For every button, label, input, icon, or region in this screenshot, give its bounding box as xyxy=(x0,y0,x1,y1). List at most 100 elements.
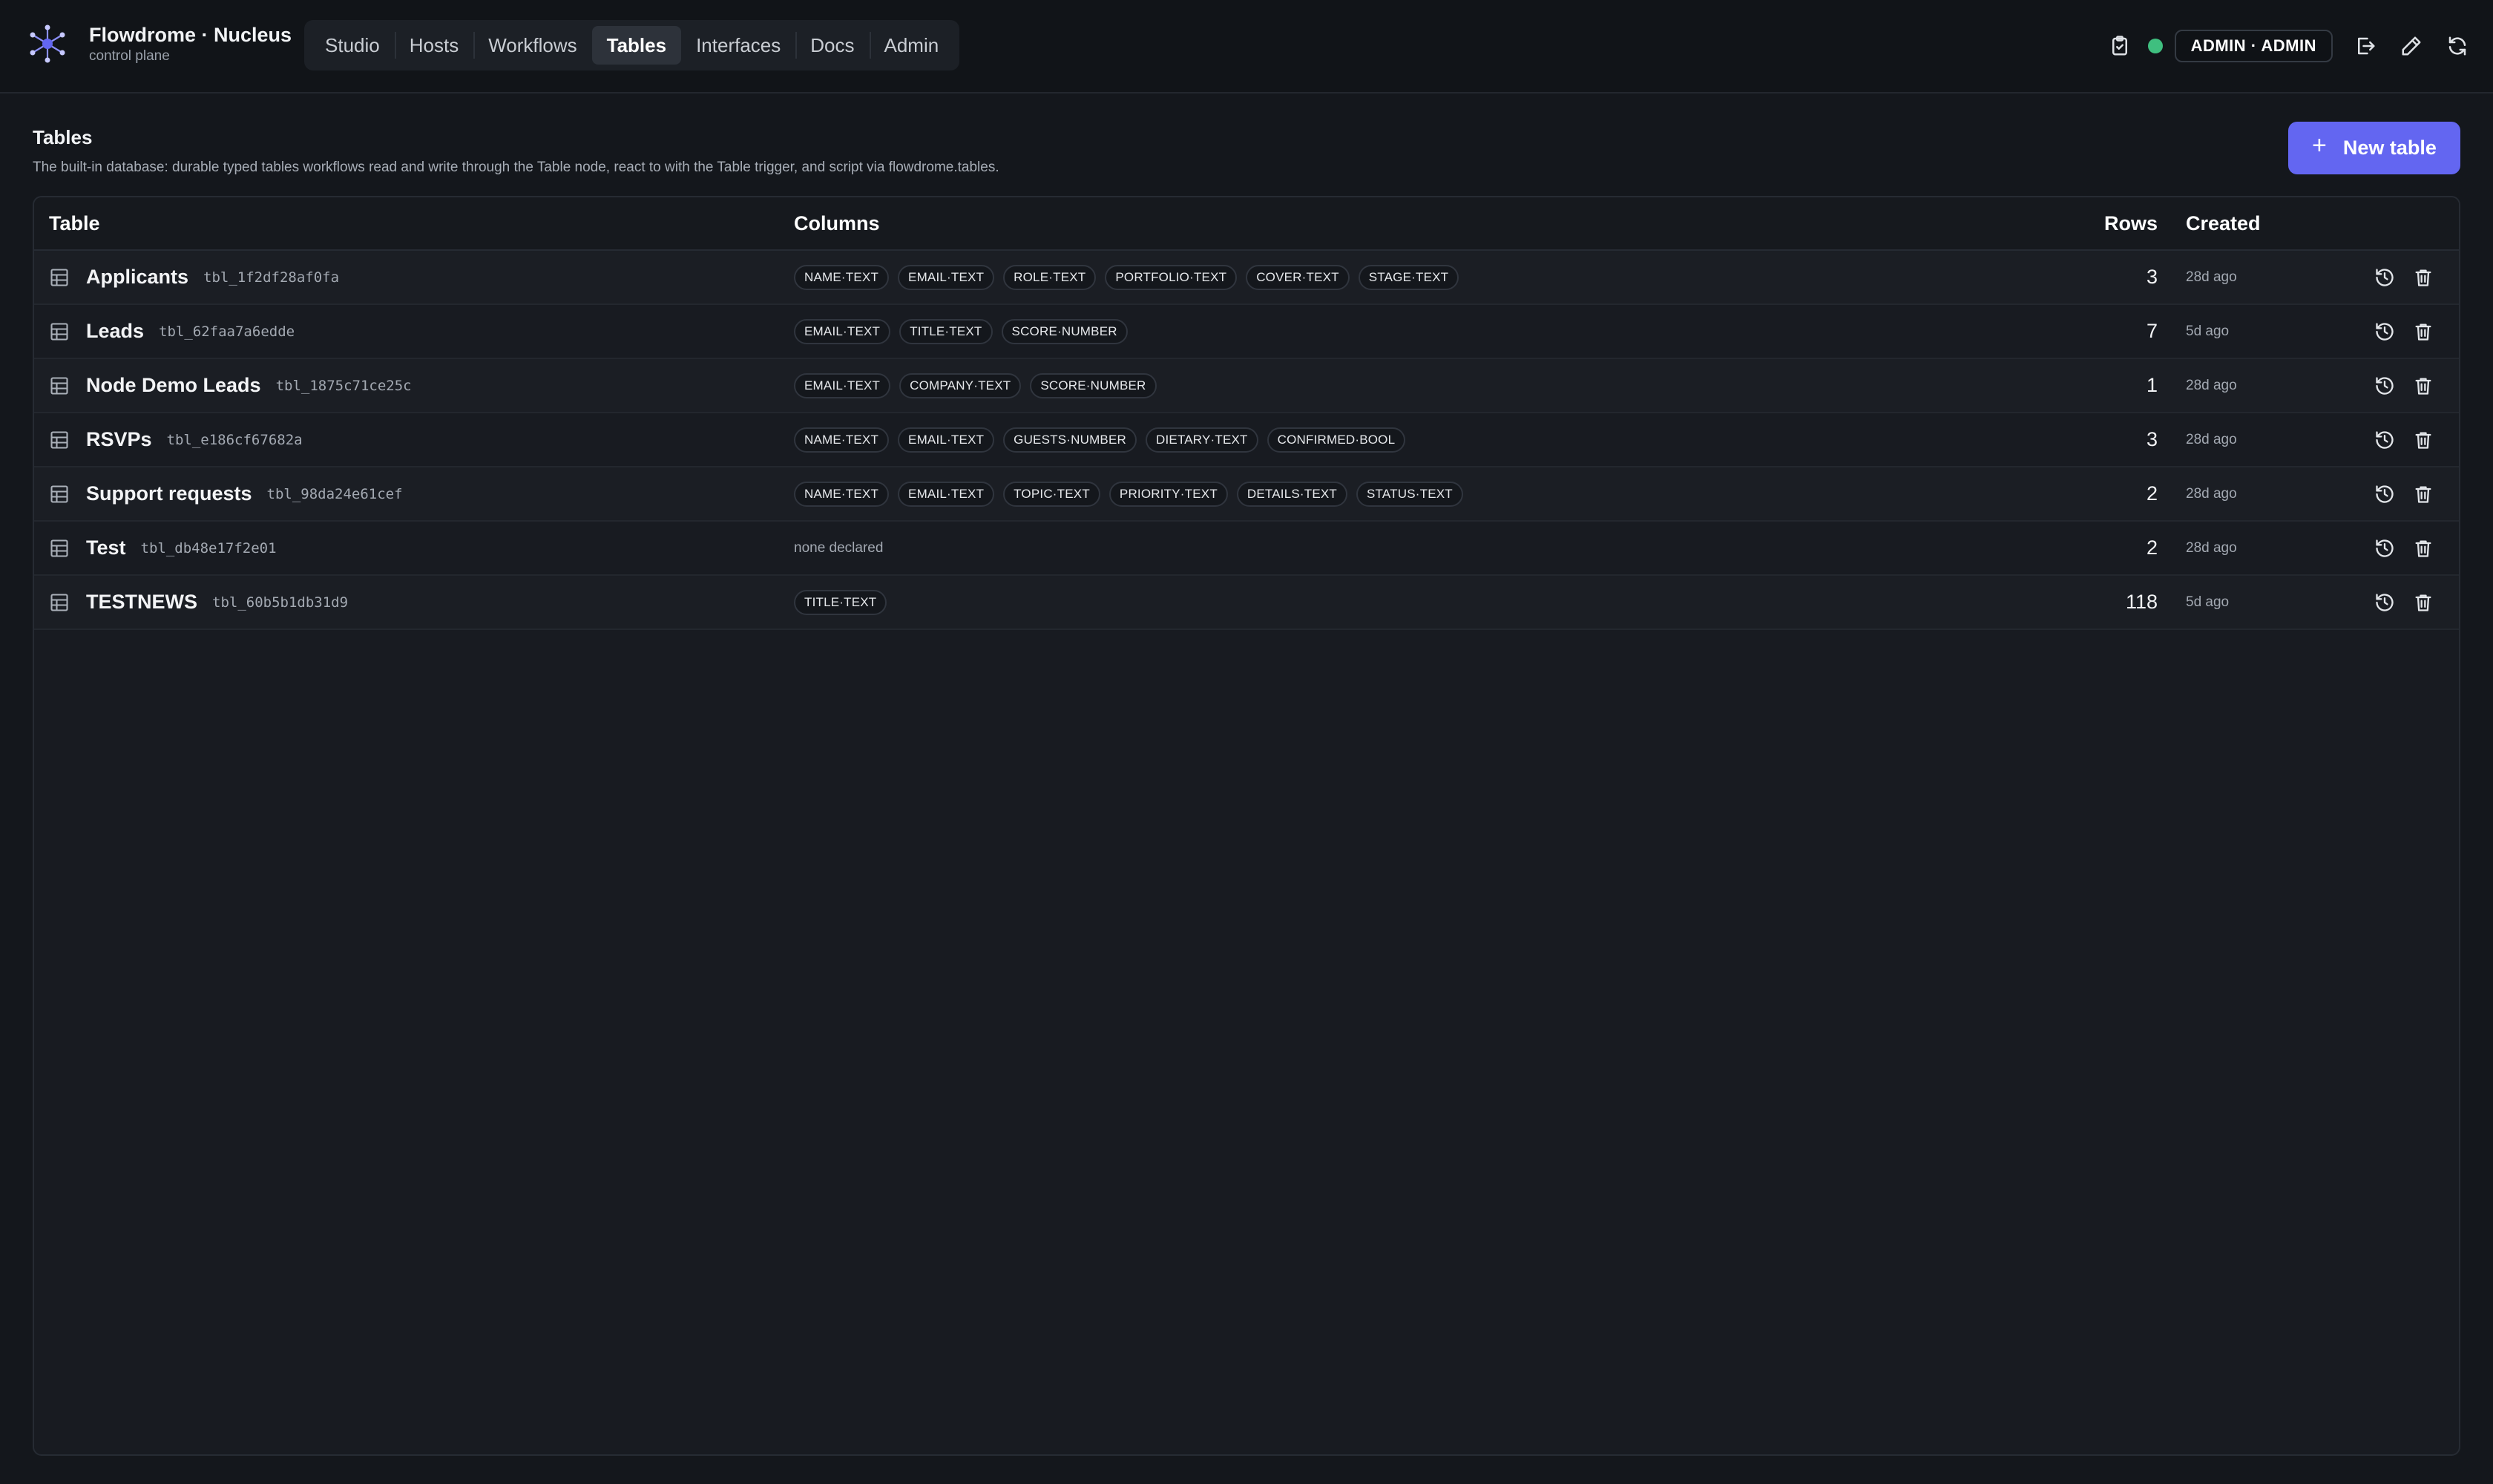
table-name[interactable]: Support requests xyxy=(86,482,252,505)
header-rows[interactable]: Rows xyxy=(2104,197,2158,249)
table-row[interactable]: Test tbl_db48e17f2e01 none declared 2 28d ag… xyxy=(34,522,2459,576)
column-chip: STATUS·TEXT xyxy=(1356,481,1463,507)
history-icon[interactable] xyxy=(2374,576,2395,628)
created-time: 28d ago xyxy=(2186,485,2237,502)
created-time: 28d ago xyxy=(2186,431,2237,447)
logout-icon[interactable] xyxy=(2348,28,2383,64)
row-count: 2 xyxy=(2146,536,2158,559)
table-name[interactable]: Node Demo Leads xyxy=(86,374,261,397)
user-badge[interactable]: ADMIN · ADMIN xyxy=(2174,30,2333,62)
table-row[interactable]: TESTNEWS tbl_60b5b1db31d9 TITLE·TEXT 118 5d … xyxy=(34,576,2459,630)
history-icon[interactable] xyxy=(2374,467,2395,520)
trash-icon[interactable] xyxy=(2413,467,2434,520)
table-icon xyxy=(49,305,70,358)
column-chip: EMAIL·TEXT xyxy=(794,318,891,344)
created-time: 28d ago xyxy=(2186,539,2237,556)
nav-tables[interactable]: Tables xyxy=(591,26,682,65)
column-chips: NAME·TEXT EMAIL·TEXT TOPIC·TEXT PRIORITY·TE… xyxy=(794,467,1472,520)
new-table-button[interactable]: + New table xyxy=(2288,122,2460,174)
column-chip: TITLE·TEXT xyxy=(899,318,993,344)
nav-interfaces[interactable]: Interfaces xyxy=(681,26,795,65)
page-header: Tables The built-in database: durable ty… xyxy=(33,126,999,176)
table-name[interactable]: Applicants xyxy=(86,266,188,289)
table-row[interactable]: Applicants tbl_1f2df28af0fa NAME·TEXT EMAIL… xyxy=(34,251,2459,305)
trash-icon[interactable] xyxy=(2413,359,2434,412)
column-chip: TITLE·TEXT xyxy=(794,589,887,615)
nav-admin[interactable]: Admin xyxy=(869,26,954,65)
column-chip: NAME·TEXT xyxy=(794,427,890,453)
history-icon[interactable] xyxy=(2374,305,2395,358)
new-table-label: New table xyxy=(2342,137,2437,159)
column-chips: NAME·TEXT EMAIL·TEXT ROLE·TEXT PORTFOLIO·TE… xyxy=(794,251,1468,303)
plus-icon: + xyxy=(2312,131,2327,160)
table-id: tbl_98da24e61cef xyxy=(266,485,403,502)
column-chip: SCORE·NUMBER xyxy=(1030,372,1157,398)
column-chip: PORTFOLIO·TEXT xyxy=(1105,264,1238,290)
history-icon[interactable] xyxy=(2374,359,2395,412)
brand-subtitle: control plane xyxy=(89,48,170,64)
history-icon[interactable] xyxy=(2374,251,2395,303)
row-count: 1 xyxy=(2146,374,2158,396)
column-chip: TOPIC·TEXT xyxy=(1003,481,1100,507)
tables-list: Table Columns Rows Created Applicants tbl… xyxy=(33,196,2460,1456)
column-chip: GUESTS·NUMBER xyxy=(1003,427,1137,453)
table-row[interactable]: Node Demo Leads tbl_1875c71ce25c EMAIL·TEX… xyxy=(34,359,2459,413)
column-chip: EMAIL·TEXT xyxy=(898,264,995,290)
history-icon[interactable] xyxy=(2374,522,2395,574)
table-icon xyxy=(49,251,70,303)
nucleus-logo-icon xyxy=(30,24,65,63)
header-actions: ADMIN · ADMIN xyxy=(2102,28,2475,64)
row-count: 118 xyxy=(2125,591,2158,613)
column-chip: DETAILS·TEXT xyxy=(1236,481,1348,507)
header-columns[interactable]: Columns xyxy=(794,197,880,249)
column-chip: PRIORITY·TEXT xyxy=(1108,481,1228,507)
nav-hosts[interactable]: Hosts xyxy=(394,26,473,65)
column-chips: EMAIL·TEXT TITLE·TEXT SCORE·NUMBER xyxy=(794,305,1137,358)
header-created[interactable]: Created xyxy=(2186,197,2261,249)
page-title: Tables xyxy=(33,126,93,148)
clipboard-check-icon[interactable] xyxy=(2102,28,2138,64)
history-icon[interactable] xyxy=(2374,413,2395,466)
column-chips: NAME·TEXT EMAIL·TEXT GUESTS·NUMBER DIETARY·… xyxy=(794,413,1414,466)
table-id: tbl_62faa7a6edde xyxy=(159,323,295,340)
refresh-icon[interactable] xyxy=(2440,28,2475,64)
trash-icon[interactable] xyxy=(2413,251,2434,303)
trash-icon[interactable] xyxy=(2413,413,2434,466)
header-table[interactable]: Table xyxy=(49,197,100,249)
column-chip: EMAIL·TEXT xyxy=(898,427,995,453)
column-chip: NAME·TEXT xyxy=(794,264,890,290)
edit-icon[interactable] xyxy=(2394,28,2429,64)
column-chip: SCORE·NUMBER xyxy=(1001,318,1128,344)
column-chip: CONFIRMED·BOOL xyxy=(1267,427,1406,453)
table-id: tbl_1f2df28af0fa xyxy=(203,269,340,286)
column-chip: ROLE·TEXT xyxy=(1003,264,1097,290)
column-chip: EMAIL·TEXT xyxy=(898,481,995,507)
table-body: Applicants tbl_1f2df28af0fa NAME·TEXT EMAIL… xyxy=(34,251,2459,630)
nav-workflows[interactable]: Workflows xyxy=(473,26,591,65)
created-time: 28d ago xyxy=(2186,269,2237,285)
column-chip: STAGE·TEXT xyxy=(1358,264,1459,290)
trash-icon[interactable] xyxy=(2413,576,2434,628)
brand[interactable]: Flowdrome · Nucleus control plane xyxy=(27,22,292,65)
table-id: tbl_60b5b1db31d9 xyxy=(212,594,349,611)
table-id: tbl_e186cf67682a xyxy=(166,431,303,448)
row-count: 3 xyxy=(2146,428,2158,450)
row-count: 7 xyxy=(2146,320,2158,342)
nav-studio[interactable]: Studio xyxy=(310,26,395,65)
connection-status-dot xyxy=(2147,39,2163,53)
table-row[interactable]: RSVPs tbl_e186cf67682a NAME·TEXT EMAIL·TEXT… xyxy=(34,413,2459,467)
nav-docs[interactable]: Docs xyxy=(795,26,869,65)
table-name[interactable]: RSVPs xyxy=(86,428,152,451)
trash-icon[interactable] xyxy=(2413,305,2434,358)
table-row[interactable]: Leads tbl_62faa7a6edde EMAIL·TEXT TITLE·TEX… xyxy=(34,305,2459,359)
table-name[interactable]: Test xyxy=(86,536,126,559)
table-icon xyxy=(49,467,70,520)
table-name[interactable]: TESTNEWS xyxy=(86,591,197,614)
created-time: 5d ago xyxy=(2186,323,2230,339)
row-count: 3 xyxy=(2146,266,2158,288)
table-id: tbl_1875c71ce25c xyxy=(275,377,412,394)
column-chip: DIETARY·TEXT xyxy=(1146,427,1258,453)
table-name[interactable]: Leads xyxy=(86,320,144,343)
table-row[interactable]: Support requests tbl_98da24e61cef NAME·TEX… xyxy=(34,467,2459,522)
trash-icon[interactable] xyxy=(2413,522,2434,574)
